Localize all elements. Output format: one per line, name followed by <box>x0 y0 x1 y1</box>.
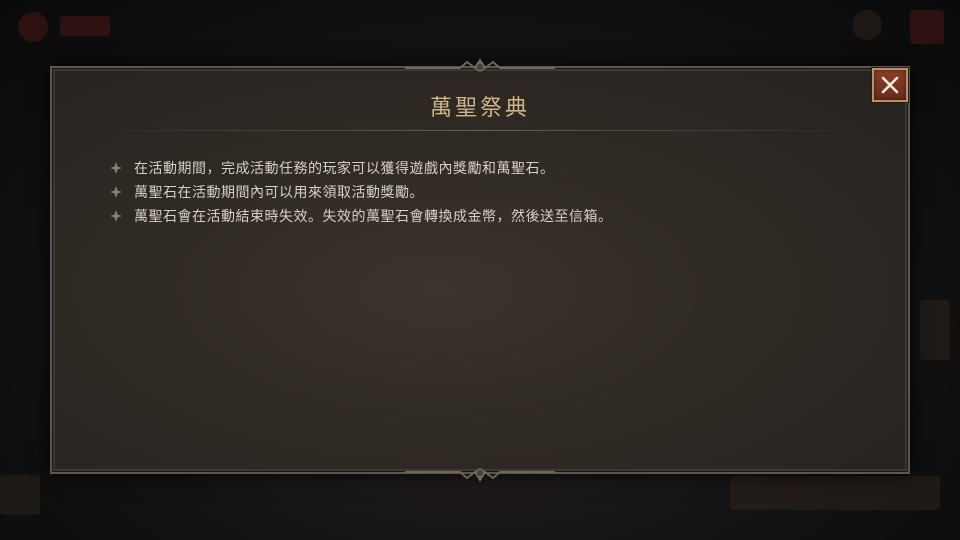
dialog-title: 萬聖祭典 <box>429 96 530 121</box>
ornament-top-icon <box>405 58 555 72</box>
background-hud-element <box>920 300 950 360</box>
list-item: 萬聖石會在活動結束時失效。失效的萬聖石會轉換成金幣，然後送至信箱。 <box>108 204 852 228</box>
background-hud-bar <box>730 476 940 510</box>
rules-list: 在活動期間，完成活動任務的玩家可以獲得遊戲內獎勵和萬聖石。 萬聖石在活動期間內可… <box>108 156 852 228</box>
diamond-bullet-icon <box>110 186 122 198</box>
list-item-text: 在活動期間，完成活動任務的玩家可以獲得遊戲內獎勵和萬聖石。 <box>134 161 555 177</box>
background-hud-label <box>60 16 110 36</box>
background-hud-button <box>910 10 944 44</box>
list-item-text: 萬聖石在活動期間內可以用來領取活動獎勵。 <box>134 185 424 201</box>
list-item: 萬聖石在活動期間內可以用來領取活動獎勵。 <box>108 180 852 204</box>
game-screen: 萬聖祭典 在活動期間，完成活動任務的玩家可以獲得遊戲內獎勵和萬聖石。 萬聖石在活… <box>0 0 960 540</box>
title-divider <box>108 130 852 131</box>
background-hud-icon <box>18 12 48 42</box>
diamond-bullet-icon <box>110 210 122 222</box>
list-item-text: 萬聖石會在活動結束時失效。失效的萬聖石會轉換成金幣，然後送至信箱。 <box>134 209 613 225</box>
diamond-bullet-icon <box>110 162 122 174</box>
ornament-bottom-icon <box>405 468 555 482</box>
list-item: 在活動期間，完成活動任務的玩家可以獲得遊戲內獎勵和萬聖石。 <box>108 156 852 180</box>
close-x-icon <box>881 76 899 94</box>
event-info-dialog: 萬聖祭典 在活動期間，完成活動任務的玩家可以獲得遊戲內獎勵和萬聖石。 萬聖石在活… <box>50 58 910 482</box>
background-hud-button <box>852 10 882 40</box>
background-hud-element <box>0 475 40 515</box>
close-button[interactable] <box>872 68 908 102</box>
